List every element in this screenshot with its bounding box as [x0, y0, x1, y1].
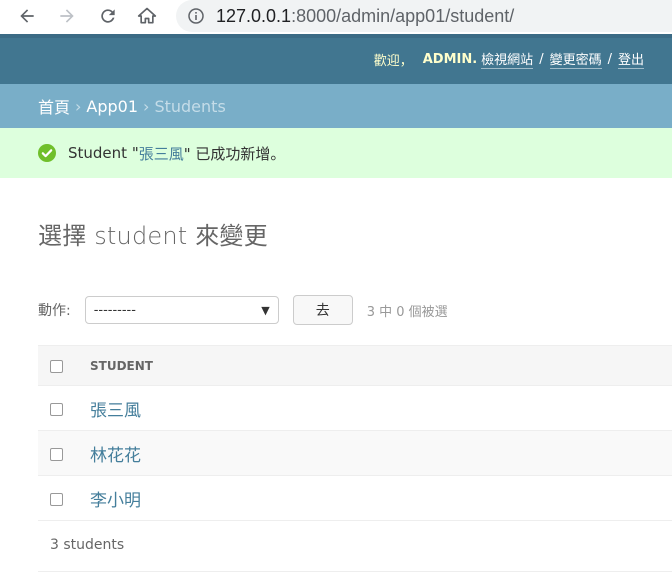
- table-header-row: STUDENT: [38, 345, 672, 386]
- selection-counter: 3 中 0 個被選: [366, 304, 448, 320]
- message-prefix: Student ": [68, 144, 139, 162]
- page-title: 選擇 student 來變更: [38, 222, 268, 250]
- row-checkbox[interactable]: [50, 447, 63, 461]
- row-name-cell: 李小明: [90, 475, 672, 521]
- reload-icon[interactable]: [97, 5, 119, 27]
- column-header-student[interactable]: STUDENT: [90, 345, 672, 386]
- change-password-link[interactable]: 變更密碼: [549, 49, 602, 69]
- info-icon[interactable]: [188, 8, 204, 24]
- back-arrow-icon[interactable]: [16, 5, 38, 27]
- url-text: 127.0.0.1:8000/admin/app01/student/: [216, 5, 515, 26]
- table-row: 林花花: [38, 430, 672, 476]
- logout-link[interactable]: 登出: [617, 49, 644, 69]
- breadcrumb: 首頁 › App01 › Students: [0, 84, 672, 128]
- dropdown-caret-icon: ▼: [261, 303, 270, 317]
- row-checkbox[interactable]: [50, 492, 63, 506]
- row-checkbox-cell: [38, 385, 90, 431]
- result-list-table: STUDENT 張三風 林花花 李小明: [38, 345, 672, 521]
- separator: /: [539, 51, 544, 67]
- row-name-cell: 林花花: [90, 430, 672, 476]
- student-link[interactable]: 林花花: [90, 446, 141, 466]
- browser-toolbar: 127.0.0.1:8000/admin/app01/student/: [0, 0, 672, 34]
- breadcrumb-separator: ›: [143, 96, 150, 116]
- breadcrumb-home[interactable]: 首頁: [38, 94, 70, 118]
- action-label: 動作:: [38, 303, 71, 319]
- success-check-icon: [38, 144, 56, 162]
- separator: /: [607, 51, 612, 67]
- actions-bar: 動作: --------- ▼ 去 3 中 0 個被選: [38, 295, 672, 325]
- paginator: 3 students: [50, 537, 125, 553]
- table-row: 張三風: [38, 385, 672, 431]
- content: 選擇 student 來變更 動作: --------- ▼ 去 3 中 0 個…: [0, 216, 672, 572]
- forward-arrow-icon[interactable]: [56, 5, 78, 27]
- action-select[interactable]: --------- ▼: [84, 296, 279, 324]
- row-name-cell: 張三風: [90, 385, 672, 431]
- user-tools: 歡迎， ADMIN. 檢視網站 / 變更密碼 / 登出: [374, 38, 644, 80]
- breadcrumb-app[interactable]: App01: [86, 97, 138, 116]
- divider: [38, 571, 672, 572]
- home-icon[interactable]: [136, 5, 158, 27]
- breadcrumb-separator: ›: [75, 96, 82, 116]
- address-bar[interactable]: 127.0.0.1:8000/admin/app01/student/: [176, 0, 672, 32]
- select-all-checkbox[interactable]: [50, 359, 63, 373]
- message-object-link[interactable]: 張三風: [139, 143, 184, 164]
- admin-header: 歡迎， ADMIN. 檢視網站 / 變更密碼 / 登出: [0, 34, 672, 84]
- go-button[interactable]: 去: [292, 295, 353, 325]
- row-checkbox-cell: [38, 430, 90, 476]
- student-link[interactable]: 李小明: [90, 491, 141, 511]
- view-site-link[interactable]: 檢視網站: [481, 49, 534, 69]
- action-select-value: ---------: [93, 302, 136, 318]
- success-message: Student " 張三風 " 已成功新增。: [0, 128, 672, 178]
- table-row: 李小明: [38, 475, 672, 521]
- welcome-text: 歡迎，: [373, 53, 413, 69]
- row-checkbox-cell: [38, 475, 90, 521]
- breadcrumb-current: Students: [154, 96, 226, 116]
- message-suffix: " 已成功新增。: [183, 144, 286, 163]
- select-all-cell: [38, 345, 90, 386]
- student-link[interactable]: 張三風: [90, 401, 141, 421]
- row-checkbox[interactable]: [50, 402, 63, 416]
- username: ADMIN.: [422, 51, 478, 67]
